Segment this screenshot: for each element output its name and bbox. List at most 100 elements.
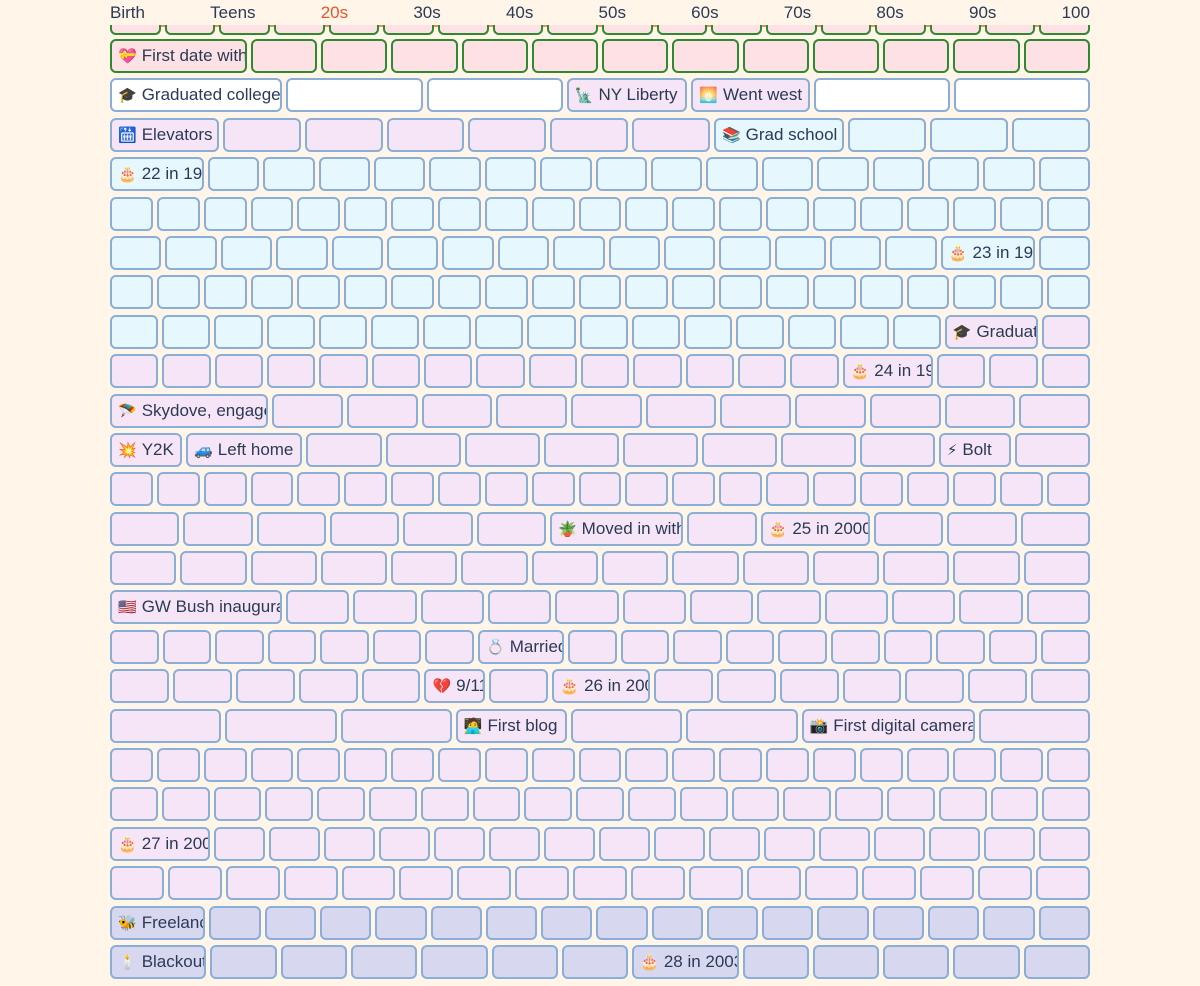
axis-label-teens[interactable]: Teens xyxy=(210,0,255,26)
week-cell[interactable] xyxy=(620,629,670,664)
week-cell[interactable] xyxy=(673,629,722,664)
week-cell[interactable] xyxy=(1041,354,1090,389)
week-cell[interactable] xyxy=(540,157,592,192)
week-cell[interactable] xyxy=(215,629,264,664)
week-cell[interactable] xyxy=(1047,472,1091,507)
week-cell[interactable] xyxy=(319,905,372,940)
week-cell[interactable] xyxy=(298,669,358,704)
week-cell[interactable] xyxy=(685,354,734,389)
week-cell[interactable] xyxy=(461,551,528,586)
week-cell[interactable] xyxy=(686,708,798,743)
week-cell[interactable] xyxy=(425,629,475,664)
week-cell[interactable] xyxy=(156,748,200,783)
week-cell[interactable] xyxy=(484,748,528,783)
week-cell[interactable] xyxy=(203,196,247,231)
week-cell[interactable] xyxy=(320,629,369,664)
week-cell[interactable] xyxy=(817,905,869,940)
week-cell[interactable] xyxy=(719,472,763,507)
week-cell[interactable] xyxy=(804,866,859,901)
axis-label-40s[interactable]: 40s xyxy=(506,0,533,26)
week-cell[interactable] xyxy=(341,866,396,901)
week-cell[interactable] xyxy=(162,314,211,349)
week-cell[interactable] xyxy=(110,511,180,546)
week-cell[interactable] xyxy=(872,157,924,192)
week-cell[interactable] xyxy=(824,590,888,625)
week-cell[interactable] xyxy=(906,748,950,783)
week-cell[interactable] xyxy=(497,235,550,270)
week-cell[interactable] xyxy=(762,905,814,940)
week-cell[interactable] xyxy=(438,25,489,35)
week-cell[interactable] xyxy=(736,314,785,349)
event-cell[interactable]: 💥 Y2K xyxy=(110,432,183,467)
week-cell[interactable] xyxy=(812,551,880,586)
week-cell[interactable] xyxy=(344,472,388,507)
week-cell[interactable] xyxy=(110,629,159,664)
week-cell[interactable] xyxy=(219,25,271,35)
week-cell[interactable] xyxy=(835,787,883,822)
week-cell[interactable] xyxy=(672,472,716,507)
week-cell[interactable] xyxy=(250,275,294,310)
axis-label-80s[interactable]: 80s xyxy=(876,0,903,26)
week-cell[interactable] xyxy=(461,39,528,73)
week-cell[interactable] xyxy=(434,826,485,861)
week-cell[interactable] xyxy=(489,669,549,704)
week-cell[interactable] xyxy=(886,787,935,822)
week-cell[interactable] xyxy=(391,196,435,231)
week-cell[interactable] xyxy=(742,944,809,979)
event-cell[interactable]: 🎂26 in 2001 xyxy=(552,669,650,704)
week-cell[interactable] xyxy=(280,944,347,979)
week-cell[interactable] xyxy=(340,708,452,743)
event-cell[interactable]: 🕯️ Blackout xyxy=(110,944,207,979)
week-cell[interactable] xyxy=(528,354,577,389)
week-cell[interactable] xyxy=(602,25,653,35)
week-cell[interactable] xyxy=(328,25,380,35)
week-cell[interactable] xyxy=(953,78,1091,113)
week-cell[interactable] xyxy=(719,275,763,310)
axis-label-birth[interactable]: Birth xyxy=(110,0,145,26)
week-cell[interactable] xyxy=(690,590,754,625)
week-cell[interactable] xyxy=(438,196,481,231)
week-cell[interactable] xyxy=(491,944,558,979)
week-cell[interactable] xyxy=(719,235,771,270)
week-cell[interactable] xyxy=(391,551,458,586)
week-cell[interactable] xyxy=(578,748,622,783)
week-cell[interactable] xyxy=(527,314,576,349)
week-cell[interactable] xyxy=(1041,629,1090,664)
event-cell[interactable]: 🎂23 in 1998 xyxy=(940,235,1035,270)
week-cell[interactable] xyxy=(386,117,465,152)
week-cell[interactable] xyxy=(1023,39,1091,73)
week-cell[interactable] xyxy=(766,275,809,310)
week-cell[interactable] xyxy=(371,354,420,389)
week-cell[interactable] xyxy=(779,669,839,704)
week-cell[interactable] xyxy=(938,787,987,822)
week-cell[interactable] xyxy=(601,551,669,586)
week-cell[interactable] xyxy=(344,196,388,231)
week-cell[interactable] xyxy=(353,590,417,625)
week-cell[interactable] xyxy=(267,629,317,664)
week-cell[interactable] xyxy=(1000,748,1044,783)
week-cell[interactable] xyxy=(420,590,485,625)
week-cell[interactable] xyxy=(306,432,382,467)
week-cell[interactable] xyxy=(250,196,294,231)
week-cell[interactable] xyxy=(579,314,628,349)
week-cell[interactable] xyxy=(320,39,388,73)
week-cell[interactable] xyxy=(318,157,371,192)
week-cell[interactable] xyxy=(1038,157,1091,192)
event-cell[interactable]: 📚 Grad school xyxy=(713,117,845,152)
week-cell[interactable] xyxy=(344,275,388,310)
week-cell[interactable] xyxy=(930,117,1009,152)
week-cell[interactable] xyxy=(214,826,265,861)
week-cell[interactable] xyxy=(484,275,528,310)
week-cell[interactable] xyxy=(625,275,669,310)
week-cell[interactable] xyxy=(426,78,563,113)
week-cell[interactable] xyxy=(1020,511,1090,546)
week-cell[interactable] xyxy=(688,866,743,901)
week-cell[interactable] xyxy=(625,196,669,231)
week-cell[interactable] xyxy=(706,905,759,940)
week-cell[interactable] xyxy=(531,275,575,310)
week-cell[interactable] xyxy=(720,393,792,428)
week-cell[interactable] xyxy=(297,275,341,310)
week-cell[interactable] xyxy=(203,472,247,507)
week-cell[interactable] xyxy=(110,25,161,35)
week-cell[interactable] xyxy=(385,432,461,467)
